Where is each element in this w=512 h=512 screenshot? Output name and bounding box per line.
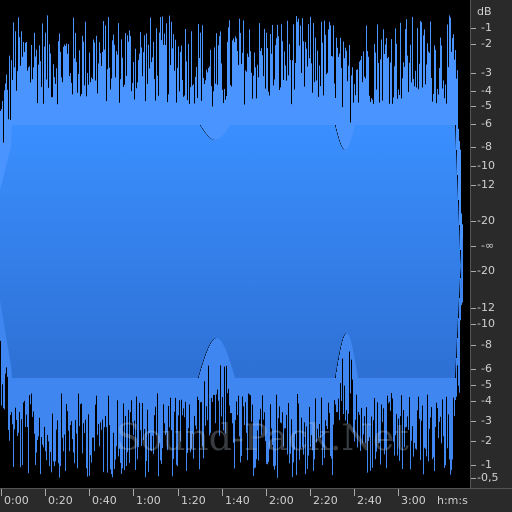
db-tick-label: -6	[481, 117, 492, 130]
time-tick-label: 0:20	[48, 494, 73, 507]
db-tick-label: -1	[481, 21, 492, 34]
db-tick	[471, 308, 476, 309]
db-tick-label: -2	[481, 434, 492, 447]
time-tick-label: 3:00	[401, 494, 426, 507]
db-tick	[471, 166, 476, 167]
time-tick-label: 1:00	[136, 494, 161, 507]
db-tick-label: -1	[481, 458, 492, 471]
db-tick-label: -5	[481, 99, 492, 112]
db-tick-label: -10	[477, 159, 495, 172]
db-tick	[471, 441, 476, 442]
waveform-display[interactable]: Sound-Pack.Net	[0, 0, 470, 488]
db-tick	[471, 124, 476, 125]
time-tick	[178, 489, 179, 496]
db-tick-label: -20	[477, 214, 495, 227]
time-tick-label: 0:40	[92, 494, 117, 507]
time-tick	[133, 489, 134, 496]
db-tick	[471, 369, 476, 370]
waveform-graphic[interactable]	[0, 0, 470, 488]
db-tick	[471, 345, 476, 346]
db-tick	[471, 91, 476, 92]
time-tick	[354, 489, 355, 496]
db-tick	[471, 465, 476, 466]
db-tick-label: -20	[477, 264, 495, 277]
db-tick-label: -12	[477, 178, 495, 191]
db-tick	[471, 106, 476, 107]
db-tick	[471, 147, 476, 148]
waveform-body	[0, 125, 462, 378]
db-tick	[471, 73, 476, 74]
db-tick-label: -8	[481, 338, 492, 351]
db-tick	[471, 44, 476, 45]
db-tick-label: -5	[481, 378, 492, 391]
db-tick	[471, 421, 476, 422]
time-tick	[266, 489, 267, 496]
time-tick-label: 1:20	[181, 494, 206, 507]
time-tick-label: 0:00	[4, 494, 29, 507]
db-tick-label: -4	[481, 84, 492, 97]
db-tick	[471, 324, 476, 325]
time-tick	[45, 489, 46, 496]
db-tick-label: -8	[481, 140, 492, 153]
time-ruler: 0:00 0:20 0:40 1:00 1:20 1:40 2:00 2:20 2:40 3:00…	[0, 488, 512, 512]
db-tick-label: -2	[481, 37, 492, 50]
db-tick-label: -3	[481, 414, 492, 427]
time-tick	[1, 489, 2, 496]
db-tick	[471, 478, 476, 479]
time-tick	[222, 489, 223, 496]
db-tick	[471, 221, 476, 222]
db-tick-label: -4	[481, 394, 492, 407]
time-tick-label: 2:20	[313, 494, 338, 507]
db-tick	[471, 185, 476, 186]
time-tick-label: 2:00	[269, 494, 294, 507]
db-tick-label: -0,5	[477, 471, 499, 484]
db-tick-label: -6	[481, 362, 492, 375]
time-unit-label: h:m:s	[437, 494, 468, 507]
time-tick	[310, 489, 311, 496]
time-tick	[398, 489, 399, 496]
time-tick-label: 2:40	[357, 494, 382, 507]
db-ruler: dB -1 -2 -3 -4 -5 -6 -8 -10 -12 -20 -∞ -20 -12 -10 -8 -6…	[470, 0, 512, 488]
db-tick	[471, 271, 476, 272]
db-unit-label: dB	[477, 5, 492, 18]
time-tick	[89, 489, 90, 496]
db-tick	[471, 246, 476, 247]
db-tick	[471, 401, 476, 402]
db-tick-label: -3	[481, 66, 492, 79]
db-tick-label: -10	[477, 317, 495, 330]
db-tick	[471, 28, 476, 29]
time-tick-label: 1:40	[225, 494, 250, 507]
db-tick	[471, 385, 476, 386]
db-tick-label: -12	[477, 301, 495, 314]
db-tick-label: -∞	[481, 239, 495, 252]
